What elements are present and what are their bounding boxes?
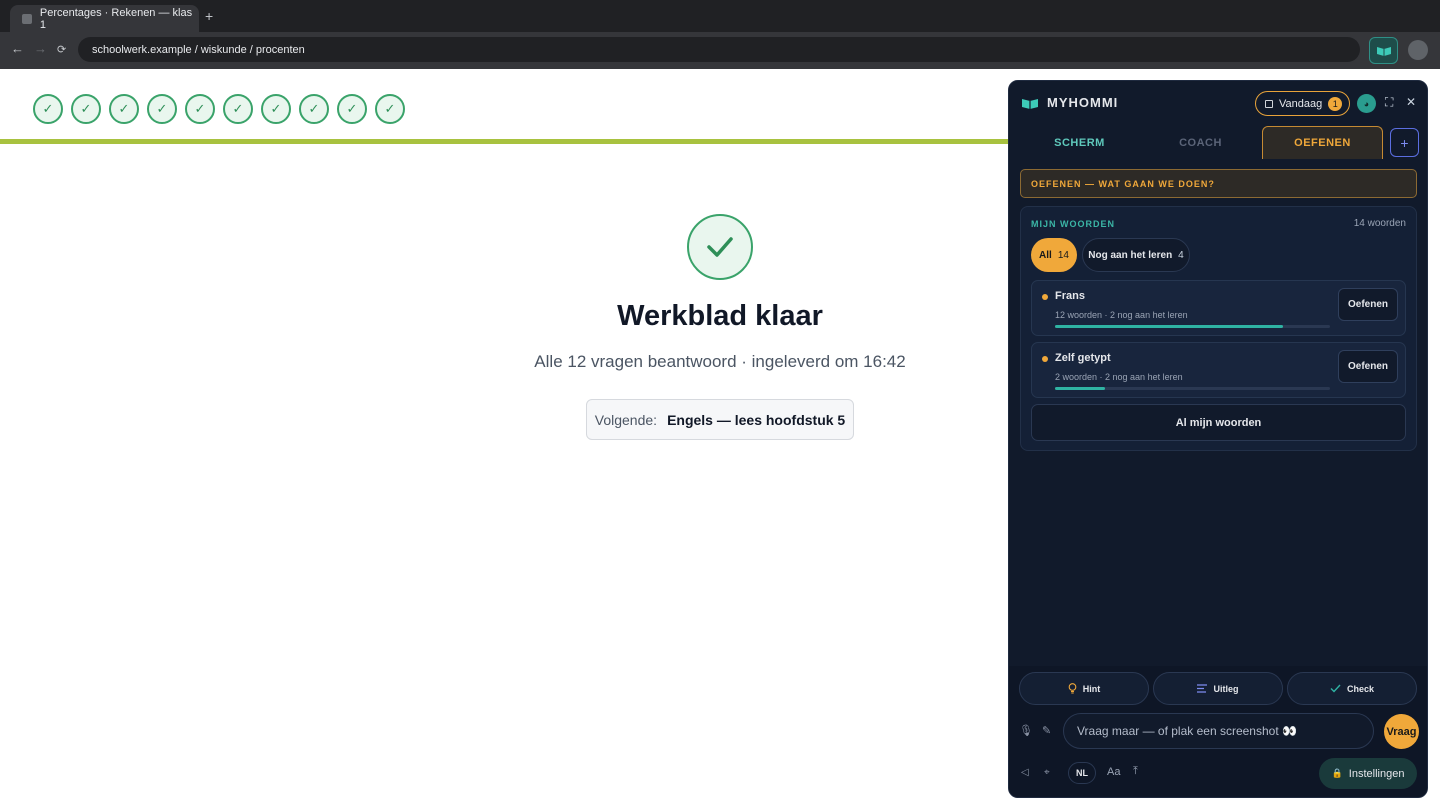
hint-label: Hint	[1082, 683, 1101, 694]
status-dot	[1042, 294, 1048, 300]
success-check-icon	[687, 214, 753, 280]
practice-button[interactable]: Oefenen	[1338, 288, 1398, 321]
ask-button[interactable]: Vraag	[1384, 714, 1419, 749]
pencil-icon[interactable]: ✎	[1042, 724, 1051, 737]
question-done-icon[interactable]: ✓	[223, 94, 253, 124]
next-label: Volgende:	[594, 411, 658, 428]
tab-title: Percentages · Rekenen — klas 1	[39, 6, 193, 31]
profile-avatar[interactable]	[1408, 40, 1428, 60]
add-tab-button[interactable]: +	[1390, 128, 1419, 157]
next-assignment-button[interactable]: Volgende: Engels — lees hoofdstuk 5	[586, 399, 854, 440]
back-icon[interactable]: ←	[11, 41, 24, 56]
explain-button[interactable]: Uitleg	[1153, 672, 1283, 705]
explain-label: Uitleg	[1213, 683, 1239, 694]
all-words-button[interactable]: Al mijn woorden	[1031, 404, 1406, 441]
font-size-button[interactable]: Aa	[1107, 766, 1120, 778]
question-done-icon[interactable]: ✓	[185, 94, 215, 124]
upload-icon[interactable]: ⤒	[1133, 765, 1138, 778]
word-progress-fill	[1055, 387, 1105, 390]
words-count: 14 woorden	[1353, 218, 1406, 229]
brand-name: MYHOMMI	[1047, 95, 1119, 110]
page-title: Werkblad klaar	[617, 300, 823, 332]
word-list-meta: 12 woorden · 2 nog aan het leren	[1055, 310, 1188, 320]
word-progress-fill	[1055, 325, 1284, 328]
word-list-name: Frans	[1055, 290, 1085, 302]
word-progress-bar	[1055, 387, 1330, 390]
check-icon	[1330, 684, 1341, 693]
check-label: Check	[1346, 683, 1374, 694]
today-button[interactable]: Vandaag 1	[1255, 91, 1350, 116]
browser-toolbar: ← → ⟳ schoolwerk.example / wiskunde / pr…	[0, 32, 1440, 69]
extension-book-icon[interactable]	[1369, 37, 1398, 64]
filter-learning-chip[interactable]: Nog aan het leren 4	[1082, 238, 1190, 272]
filter-label: Nog aan het leren	[1088, 249, 1173, 261]
tab-oefenen[interactable]: OEFENEN	[1262, 126, 1383, 159]
expand-icon[interactable]: ⛶	[1385, 95, 1393, 110]
microphone-icon[interactable]: 🎙	[1019, 724, 1033, 737]
close-icon[interactable]: ✕	[1406, 95, 1416, 109]
ask-placeholder: Vraag maar — of plak een screenshot 👀	[1077, 724, 1297, 738]
question-done-icon[interactable]: ✓	[299, 94, 329, 124]
today-label: Vandaag	[1279, 97, 1323, 110]
speaker-icon[interactable]: ◁	[1021, 767, 1029, 778]
language-toggle[interactable]: NL	[1068, 762, 1096, 784]
word-list-name: Zelf getypt	[1055, 352, 1111, 364]
question-done-icon[interactable]: ✓	[375, 94, 405, 124]
my-words-card: MIJN WOORDEN 14 woorden All 14 Nog aan h…	[1020, 206, 1417, 451]
settings-button[interactable]: 🔒 Instellingen	[1319, 758, 1417, 789]
address-bar[interactable]: schoolwerk.example / wiskunde / procente…	[78, 37, 1360, 62]
status-dot	[1042, 356, 1048, 362]
filter-count: 14	[1057, 249, 1069, 261]
tab-coach[interactable]: COACH	[1140, 126, 1261, 159]
words-title: MIJN WOORDEN	[1031, 219, 1115, 229]
new-tab-button[interactable]: +	[205, 8, 213, 24]
question-done-icon[interactable]: ✓	[261, 94, 291, 124]
question-done-icon[interactable]: ✓	[147, 94, 177, 124]
filter-count: 4	[1178, 249, 1184, 261]
word-list-item: Zelf getypt 2 woorden · 2 nog aan het le…	[1031, 342, 1406, 398]
ask-input[interactable]: Vraag maar — of plak een screenshot 👀	[1063, 713, 1374, 749]
question-done-icon[interactable]: ✓	[71, 94, 101, 124]
section-banner: OEFENEN — WAT GAAN WE DOEN?	[1020, 169, 1417, 198]
target-icon[interactable]: ⌖	[1044, 767, 1050, 778]
today-count-badge: 1	[1328, 96, 1343, 111]
question-progress: ✓ ✓ ✓ ✓ ✓ ✓ ✓ ✓ ✓ ✓	[33, 94, 405, 124]
panel-footer: Hint Uitleg Check 🎙 ✎ Vraag maar — of pl…	[1009, 666, 1427, 797]
page-subtitle: Alle 12 vragen beantwoord · ingeleverd o…	[534, 352, 906, 371]
question-done-icon[interactable]: ✓	[33, 94, 63, 124]
calendar-icon	[1265, 99, 1273, 108]
lock-icon: 🔒	[1331, 768, 1343, 778]
hint-button[interactable]: Hint	[1019, 672, 1149, 705]
brand-book-icon	[1021, 96, 1039, 114]
word-list-item: Frans 12 woorden · 2 nog aan het leren O…	[1031, 280, 1406, 336]
filter-all-chip[interactable]: All 14	[1031, 238, 1077, 272]
tab-scherm[interactable]: SCHERM	[1019, 126, 1140, 159]
lightbulb-icon	[1068, 683, 1077, 694]
browser-tab-bar: Percentages · Rekenen — klas 1 +	[0, 0, 1440, 32]
word-list-meta: 2 woorden · 2 nog aan het leren	[1055, 372, 1183, 382]
question-done-icon[interactable]: ✓	[337, 94, 367, 124]
panel-tabs: SCHERM COACH OEFENEN +	[1019, 126, 1419, 159]
url-text: schoolwerk.example / wiskunde / procente…	[92, 43, 305, 56]
filter-label: All	[1039, 249, 1052, 261]
word-progress-bar	[1055, 325, 1330, 328]
browser-tab[interactable]: Percentages · Rekenen — klas 1	[10, 5, 199, 32]
practice-button[interactable]: Oefenen	[1338, 350, 1398, 383]
forward-icon[interactable]: →	[34, 41, 47, 56]
question-done-icon[interactable]: ✓	[109, 94, 139, 124]
reload-icon[interactable]: ⟳	[57, 43, 66, 56]
check-button[interactable]: Check	[1287, 672, 1417, 705]
progress-rule	[0, 139, 1010, 144]
panel-header: MYHOMMI Vandaag 1 ◕ ⛶ ✕	[1009, 81, 1427, 125]
lines-icon	[1197, 684, 1208, 693]
owl-mascot-icon[interactable]: ◕	[1357, 94, 1376, 113]
assistant-panel: MYHOMMI Vandaag 1 ◕ ⛶ ✕ SCHERM COACH OEF…	[1008, 80, 1428, 798]
settings-label: Instellingen	[1348, 767, 1405, 780]
favicon-icon	[22, 13, 32, 24]
next-value: Engels — lees hoofdstuk 5	[667, 411, 846, 428]
